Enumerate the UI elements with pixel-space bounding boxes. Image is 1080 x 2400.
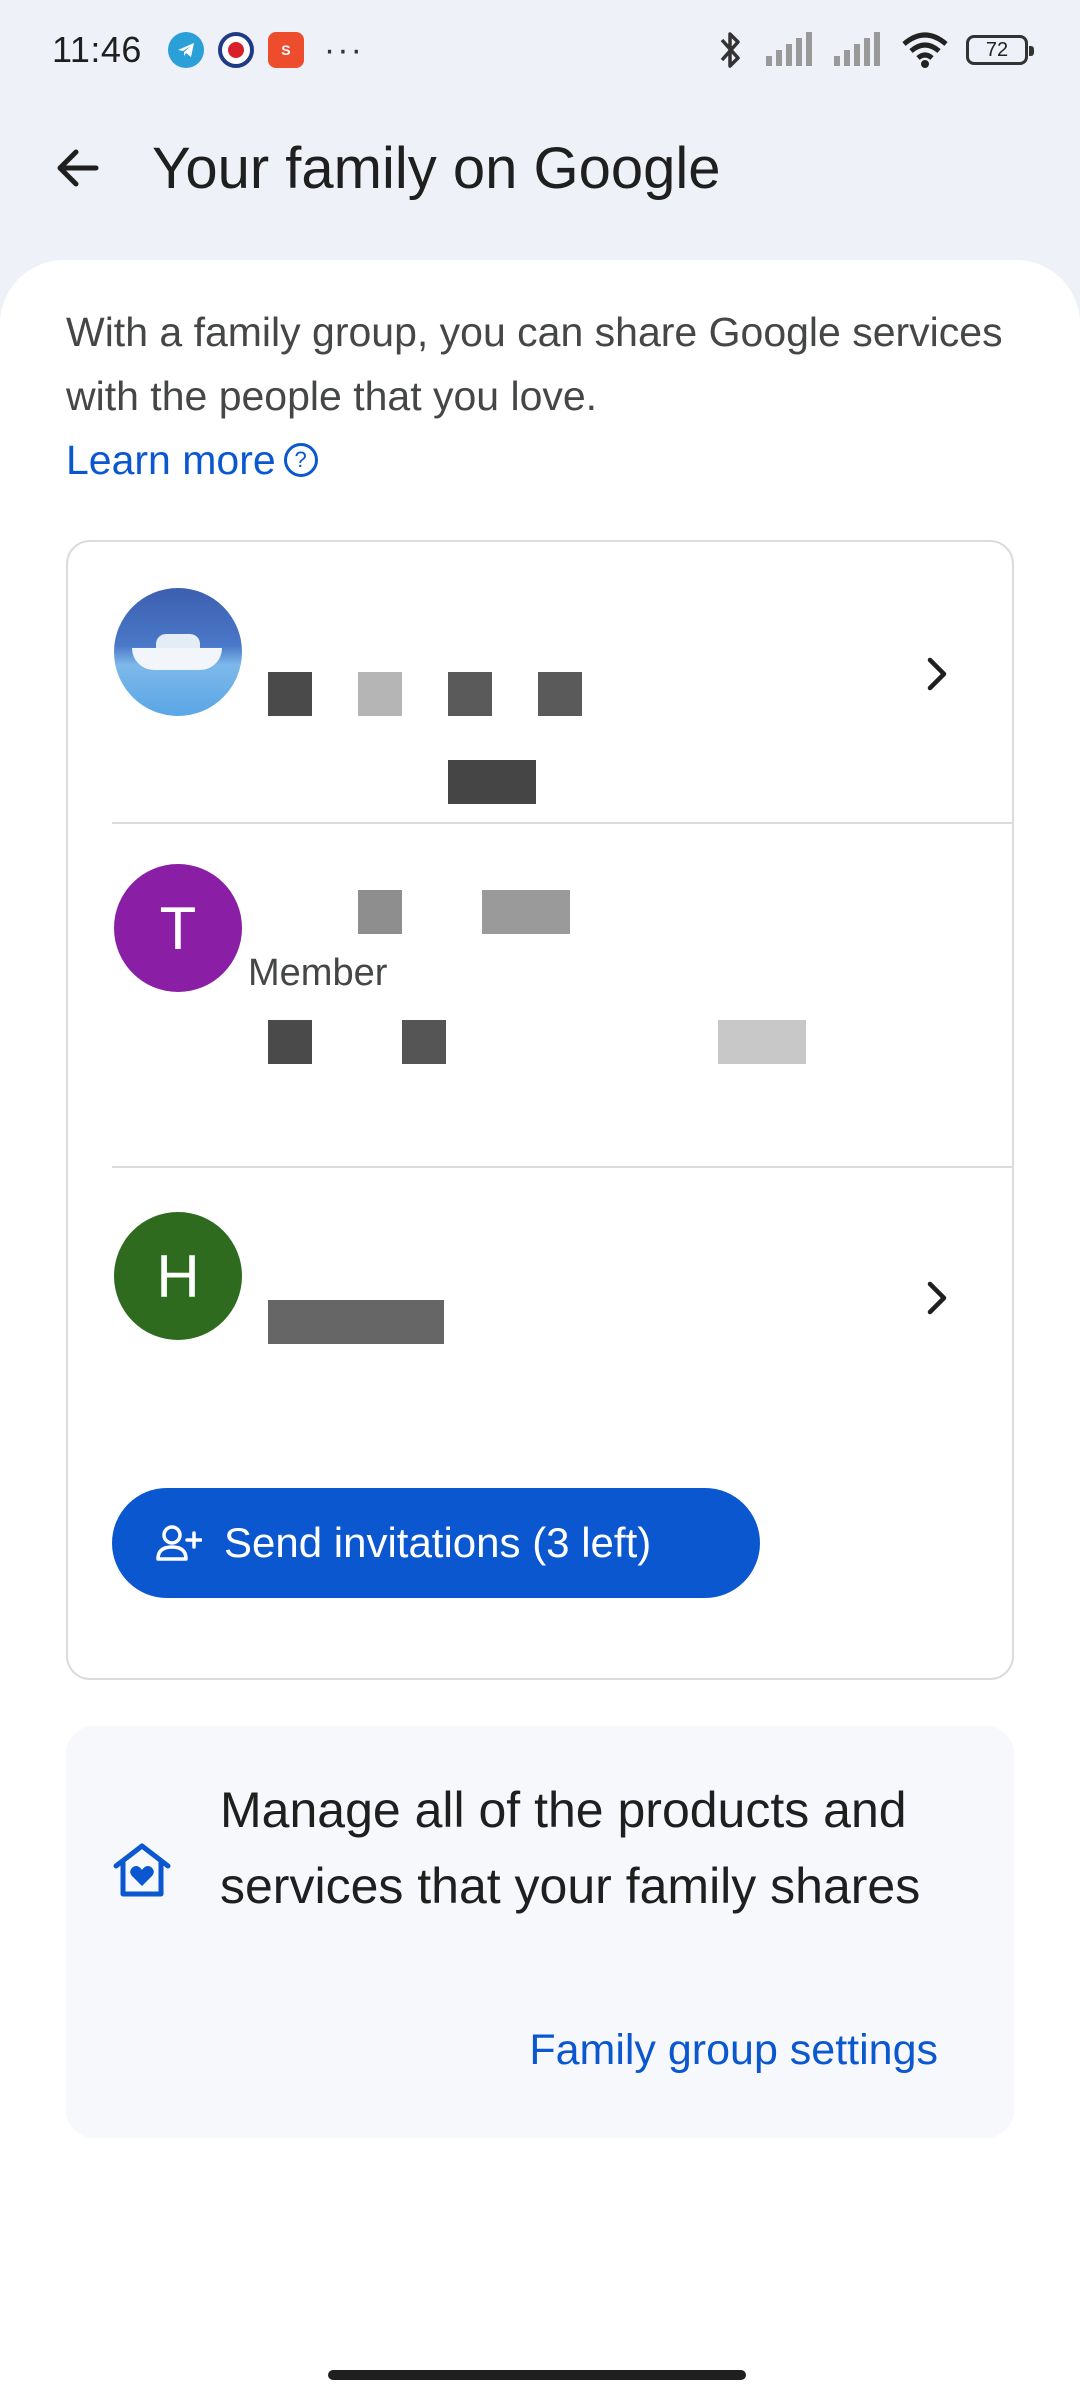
redacted-email — [402, 1020, 446, 1064]
intro-block: With a family group, you can share Googl… — [66, 300, 1016, 492]
arrow-back-icon — [57, 149, 99, 187]
redacted-name — [268, 1300, 444, 1344]
help-icon: ? — [283, 443, 318, 477]
avatar-letter: T — [159, 894, 197, 962]
redacted-name — [358, 890, 402, 934]
signal-icon — [766, 32, 812, 66]
family-member-row[interactable]: H — [68, 1168, 1012, 1468]
member-avatar — [114, 588, 242, 716]
redacted-email — [268, 1020, 312, 1064]
family-member-row[interactable]: T Member — [68, 824, 1012, 1166]
status-right: 72 — [712, 30, 1034, 70]
shopee-pay-icon: S — [267, 32, 304, 68]
back-button[interactable] — [30, 120, 126, 216]
redacted-email — [718, 1020, 806, 1064]
bluetooth-icon — [720, 32, 740, 68]
family-home-icon — [113, 1843, 171, 1897]
family-members-card: T Member H Send invitations (3 left) — [66, 540, 1014, 1680]
status-bar: 11:46 S ··· 72 — [0, 0, 1080, 100]
circle-app-icon — [217, 32, 254, 68]
member-role: Member — [248, 952, 388, 994]
avatar-letter: H — [156, 1242, 200, 1310]
content-sheet: With a family group, you can share Googl… — [0, 260, 1080, 2400]
signal-icon-2 — [834, 32, 880, 66]
intro-text: With a family group, you can share Googl… — [66, 309, 1003, 419]
manage-description: Manage all of the products and services … — [220, 1782, 921, 1914]
telegram-icon — [167, 32, 204, 68]
battery-level: 72 — [985, 38, 1009, 61]
battery-icon: 72 — [966, 35, 1034, 65]
send-invitations-button[interactable]: Send invitations (3 left) — [112, 1488, 760, 1598]
redacted-email — [448, 760, 536, 804]
learn-more-link[interactable]: Learn more ? — [66, 428, 318, 492]
family-member-row[interactable] — [68, 542, 1012, 822]
status-time: 11:46 — [52, 29, 142, 70]
status-left: 11:46 S ··· — [52, 29, 364, 71]
home-indicator[interactable] — [328, 2370, 746, 2380]
chevron-right-icon — [927, 657, 947, 691]
more-notifications-icon: ··· — [323, 30, 364, 69]
redacted-name — [358, 672, 402, 716]
redacted-name — [482, 890, 570, 934]
wifi-icon — [902, 32, 948, 68]
app-bar: Your family on Google — [0, 118, 1080, 218]
redacted-name — [538, 672, 582, 716]
page-title: Your family on Google — [152, 135, 721, 201]
send-invitations-label: Send invitations (3 left) — [224, 1519, 652, 1566]
redacted-name — [268, 672, 312, 716]
redacted-name — [448, 672, 492, 716]
member-avatar: H — [114, 1212, 242, 1340]
family-group-settings-link[interactable]: Family group settings — [529, 2026, 938, 2075]
member-avatar: T — [114, 864, 242, 992]
chevron-right-icon — [927, 1281, 947, 1315]
add-person-icon — [156, 1525, 202, 1561]
learn-more-label: Learn more — [66, 437, 276, 483]
manage-family-card: Manage all of the products and services … — [66, 1726, 1014, 2138]
